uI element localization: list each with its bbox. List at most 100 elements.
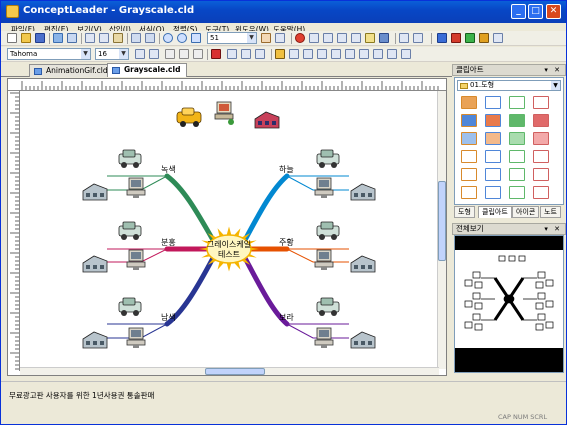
line-width-icon[interactable] (317, 49, 327, 59)
horizontal-scrollbar[interactable] (20, 367, 439, 375)
branch-line-sky[interactable] (242, 173, 290, 243)
boundary-icon[interactable] (401, 49, 411, 59)
save-icon[interactable] (35, 33, 45, 43)
paste-icon[interactable] (113, 33, 123, 43)
color-palette-icon[interactable] (451, 33, 461, 43)
undo-icon[interactable] (131, 33, 141, 43)
branch-label-purple[interactable]: 보라 (279, 313, 294, 322)
export-icon[interactable] (479, 33, 489, 43)
panel-close-button[interactable]: ▾ ✕ (544, 65, 562, 75)
shape-swatch[interactable] (461, 96, 477, 109)
font-size-combo[interactable]: 16 ▼ (95, 48, 129, 60)
open-folder-icon[interactable] (21, 33, 31, 43)
computer-clipart[interactable] (126, 177, 146, 199)
font-name-combo[interactable]: Tahoma ▼ (7, 48, 91, 60)
shape-swatch[interactable] (485, 186, 501, 199)
zoom-in-icon[interactable] (163, 33, 173, 43)
computer-clipart[interactable] (214, 101, 234, 125)
branch-label-navy[interactable]: 남색 (161, 312, 176, 322)
computer-clipart[interactable] (314, 327, 334, 349)
header-clipart[interactable] (176, 101, 280, 129)
shape-swatch[interactable] (461, 150, 477, 163)
grid-view-icon[interactable] (437, 33, 447, 43)
branch-label-sky[interactable]: 하늘 (279, 164, 294, 174)
shape-swatch[interactable] (485, 150, 501, 163)
scroll-thumb[interactable] (205, 368, 265, 375)
branch-label-orange[interactable]: 주황 (279, 237, 294, 247)
computer-clipart[interactable] (126, 327, 146, 349)
building-clipart[interactable] (350, 255, 376, 273)
branch-line-green[interactable] (164, 173, 216, 243)
tab-animationgif[interactable]: AnimationGif.cld (29, 64, 115, 77)
shape-swatch[interactable] (461, 186, 477, 199)
tab-clipart[interactable]: 클립아트 (478, 206, 512, 218)
building-clipart[interactable] (254, 111, 280, 129)
truck-clipart[interactable] (118, 221, 142, 241)
shape-swatch[interactable] (509, 186, 525, 199)
minimize-button[interactable]: _ (511, 4, 526, 19)
topic-icon[interactable] (323, 33, 333, 43)
italic-icon[interactable] (179, 49, 189, 59)
building-clipart[interactable] (350, 183, 376, 201)
title-bar[interactable]: ConceptLeader - Grayscale.cld _ □ ✕ (1, 1, 566, 23)
panel-close-button[interactable]: ▾ ✕ (544, 224, 562, 234)
shape-swatch[interactable] (533, 150, 549, 163)
truck-clipart[interactable] (316, 221, 340, 241)
shape-swatch[interactable] (461, 114, 477, 127)
mindmap-canvas[interactable]: 그레이스케일 테스트 녹색 분홍 남색 하늘 주황 보라 (21, 92, 437, 370)
shape-swatch[interactable] (461, 132, 477, 145)
shape-swatch[interactable] (533, 186, 549, 199)
select-tool-icon[interactable] (275, 33, 285, 43)
zoom-fit-icon[interactable] (191, 33, 201, 43)
tab-notes[interactable]: 노트 (540, 206, 561, 218)
theme-icon[interactable] (465, 33, 475, 43)
options-icon[interactable] (493, 33, 503, 43)
truck-clipart[interactable] (316, 297, 340, 317)
building-clipart[interactable] (82, 331, 108, 349)
tab-shapes[interactable]: 도형 (454, 206, 475, 218)
print-preview-icon[interactable] (67, 33, 77, 43)
shape-swatch[interactable] (509, 96, 525, 109)
arrow-style-icon[interactable] (331, 49, 341, 59)
align-icon[interactable] (413, 33, 423, 43)
shape-swatch[interactable] (461, 168, 477, 181)
clipart-category-select[interactable]: 01.도형 ▼ (457, 80, 561, 91)
branch-label-green[interactable]: 녹색 (161, 164, 176, 174)
redo-icon[interactable] (145, 33, 155, 43)
new-file-icon[interactable] (7, 33, 17, 43)
line-style-icon[interactable] (303, 49, 313, 59)
central-topic[interactable]: 그레이스케일 테스트 (199, 226, 259, 272)
fill-color-icon[interactable] (275, 49, 285, 59)
truck-clipart[interactable] (118, 297, 142, 317)
subtopic-icon[interactable] (337, 33, 347, 43)
shape-swatch[interactable] (509, 114, 525, 127)
maximize-button[interactable]: □ (528, 4, 543, 19)
print-icon[interactable] (53, 33, 63, 43)
shape-swatch[interactable] (509, 150, 525, 163)
building-clipart[interactable] (82, 255, 108, 273)
computer-clipart[interactable] (126, 249, 146, 271)
shape-swatch[interactable] (485, 114, 501, 127)
shape-swatch[interactable] (533, 114, 549, 127)
building-clipart[interactable] (82, 183, 108, 201)
zoom-combo[interactable]: 51 ▼ (207, 32, 257, 44)
zoom-out-icon[interactable] (177, 33, 187, 43)
branch-style-icon[interactable] (373, 49, 383, 59)
taxi-clipart[interactable] (176, 107, 202, 127)
close-button[interactable]: ✕ (546, 4, 561, 19)
shrink-font-icon[interactable] (149, 49, 159, 59)
building-clipart[interactable] (350, 331, 376, 349)
shadow-icon[interactable] (359, 49, 369, 59)
shape-swatch[interactable] (509, 168, 525, 181)
align-right-icon[interactable] (255, 49, 265, 59)
hand-tool-icon[interactable] (261, 33, 271, 43)
computer-clipart[interactable] (314, 177, 334, 199)
copy-icon[interactable] (99, 33, 109, 43)
align-left-icon[interactable] (227, 49, 237, 59)
shape-swatch[interactable] (533, 168, 549, 181)
truck-clipart[interactable] (118, 149, 142, 169)
text-tool-icon[interactable] (365, 33, 375, 43)
font-color-icon[interactable] (211, 49, 221, 59)
connector-icon[interactable] (387, 49, 397, 59)
scroll-thumb[interactable] (438, 181, 446, 261)
